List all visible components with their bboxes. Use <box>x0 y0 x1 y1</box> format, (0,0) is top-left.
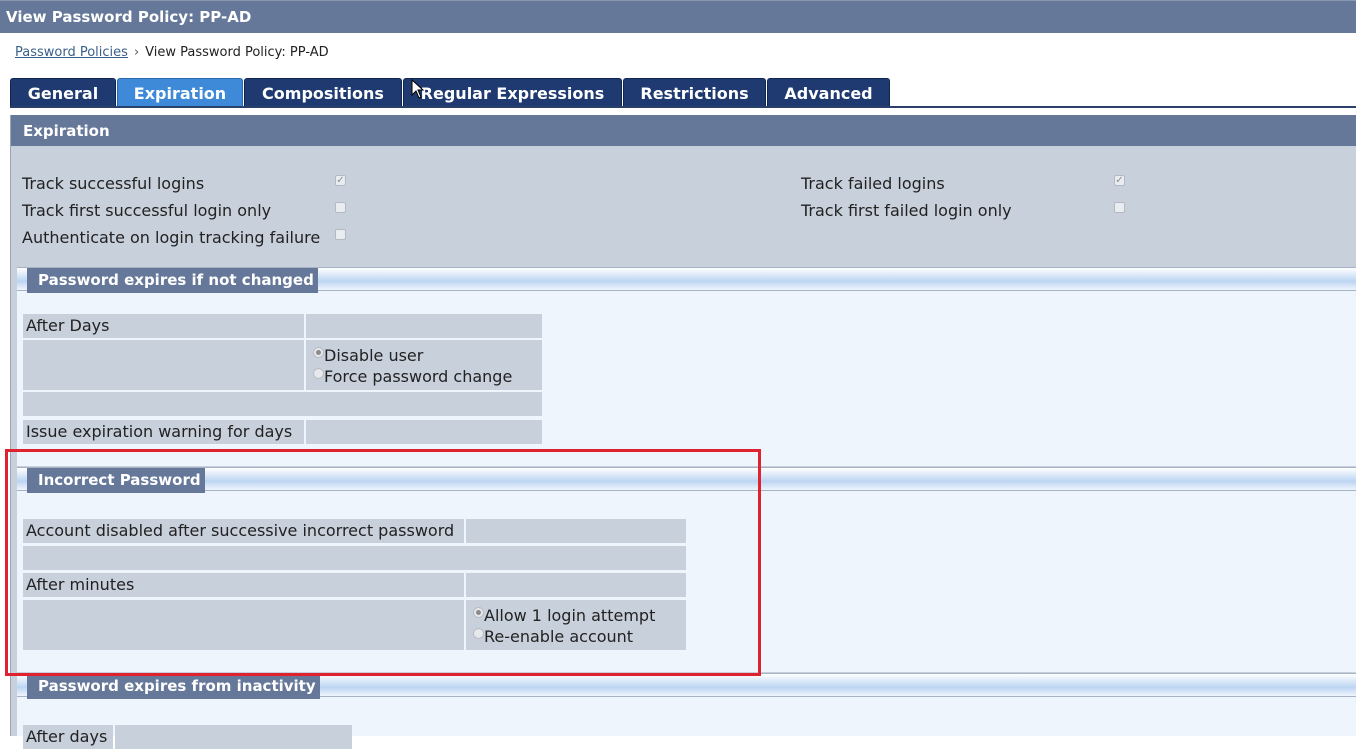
section-expires-if-not-changed: Password expires if not changed After Da… <box>17 267 1356 466</box>
allow-login-attempt-label: Allow 1 login attempt <box>484 606 656 625</box>
track-failed-logins-label: Track failed logins <box>801 174 945 193</box>
section-incorrect-password: Incorrect Password Account disabled afte… <box>17 467 1356 672</box>
breadcrumb: Password Policies › View Password Policy: … <box>15 45 329 60</box>
after-days-label: After Days <box>23 314 304 338</box>
track-successful-logins-checkbox[interactable]: ✓ <box>335 175 346 186</box>
track-failed-logins-checkbox[interactable]: ✓ <box>1114 175 1125 186</box>
track-first-successful-checkbox[interactable] <box>335 202 346 213</box>
force-password-change-option[interactable]: Force password change <box>313 366 512 387</box>
breadcrumb-link-password-policies[interactable]: Password Policies <box>15 45 128 60</box>
section-title-expires-from-inactivity: Password expires from inactivity <box>27 674 320 699</box>
allow-login-attempt-radio[interactable] <box>473 607 484 618</box>
reenable-account-label: Re-enable account <box>484 627 634 646</box>
allow-login-attempt-option[interactable]: Allow 1 login attempt <box>473 605 655 626</box>
force-password-change-radio[interactable] <box>313 368 324 379</box>
spacer-row <box>23 546 686 570</box>
tab-compositions[interactable]: Compositions <box>244 78 402 107</box>
tab-underline <box>10 106 1356 108</box>
disable-user-label: Disable user <box>324 346 424 365</box>
disable-user-radio[interactable] <box>313 347 324 358</box>
reenable-account-radio[interactable] <box>473 628 484 639</box>
inactivity-after-days-value <box>115 725 352 749</box>
authenticate-on-failure-checkbox[interactable] <box>335 229 346 240</box>
expiration-warning-value <box>306 420 542 444</box>
tab-restrictions[interactable]: Restrictions <box>623 78 766 107</box>
expiration-panel: Expiration Track successful logins ✓ Tra… <box>10 115 1356 749</box>
expiry-action-label-cell <box>23 340 304 390</box>
after-days-value <box>306 314 542 338</box>
account-disabled-value <box>466 519 686 543</box>
section-band-line <box>17 490 1356 491</box>
breadcrumb-current: View Password Policy: PP-AD <box>145 45 329 60</box>
breadcrumb-separator: › <box>133 45 140 60</box>
tab-expiration[interactable]: Expiration <box>117 78 243 107</box>
tab-general[interactable]: General <box>10 78 116 107</box>
spacer-row <box>23 392 542 416</box>
tab-regular-expressions[interactable]: Regular Expressions <box>403 78 622 107</box>
track-first-failed-label: Track first failed login only <box>801 201 1012 220</box>
section-title-incorrect-password: Incorrect Password <box>27 468 205 493</box>
track-first-failed-checkbox[interactable] <box>1114 202 1125 213</box>
disable-user-option[interactable]: Disable user <box>313 345 423 366</box>
lockout-action-options: Allow 1 login attempt Re-enable account <box>466 600 686 650</box>
window-title: View Password Policy: PP-AD <box>0 0 1356 33</box>
section-expires-from-inactivity: Password expires from inactivity After d… <box>17 673 1356 749</box>
after-minutes-value <box>466 573 686 597</box>
expiration-warning-label: Issue expiration warning for days <box>23 420 304 444</box>
track-first-successful-label: Track first successful login only <box>22 201 272 220</box>
force-password-change-label: Force password change <box>324 367 513 386</box>
tab-advanced[interactable]: Advanced <box>767 78 890 107</box>
reenable-account-option[interactable]: Re-enable account <box>473 626 633 647</box>
section-title-expires-if-not-changed: Password expires if not changed <box>27 268 318 293</box>
expiration-panel-header: Expiration <box>11 115 1356 146</box>
expiry-action-options: Disable user Force password change <box>306 340 542 390</box>
track-successful-logins-label: Track successful logins <box>22 174 205 193</box>
authenticate-on-failure-label: Authenticate on login tracking failure <box>22 228 321 247</box>
inactivity-after-days-label: After days <box>23 725 113 749</box>
after-minutes-label: After minutes <box>23 573 464 597</box>
section-band <box>17 468 1356 490</box>
account-disabled-label: Account disabled after successive incorr… <box>23 519 464 543</box>
mouse-pointer-icon <box>411 79 425 99</box>
lockout-action-label-cell <box>23 600 464 650</box>
